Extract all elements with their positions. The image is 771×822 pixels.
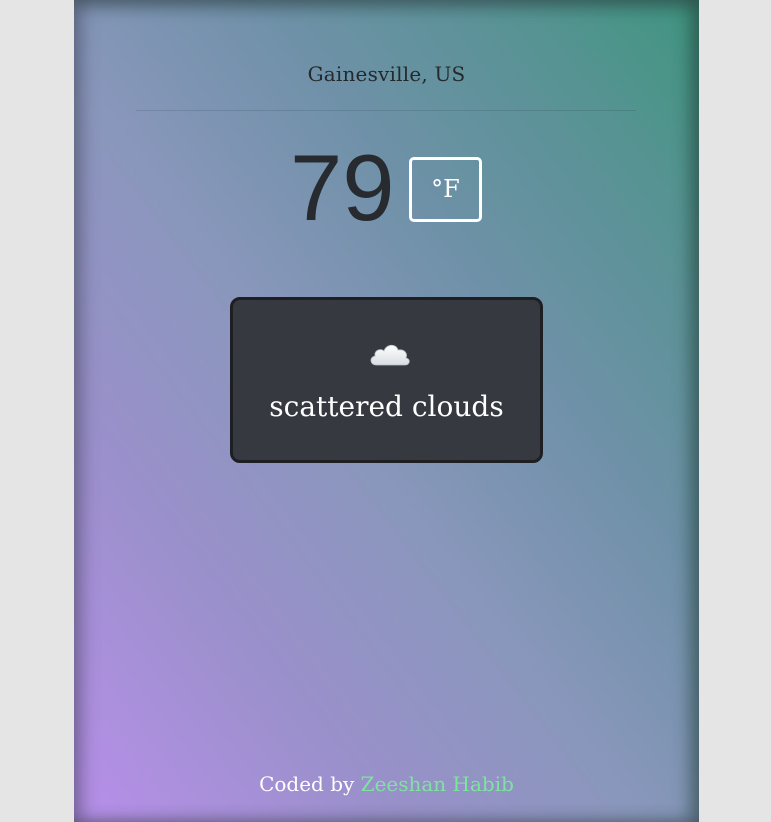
page: Gainesville, US 79 °F scattered clouds C…	[0, 0, 771, 822]
unit-toggle-button[interactable]: °F	[409, 157, 482, 222]
cloud-icon	[370, 344, 410, 366]
weather-card: Gainesville, US 79 °F scattered clouds C…	[74, 0, 699, 822]
condition-description: scattered clouds	[269, 390, 504, 423]
condition-box: scattered clouds	[230, 297, 543, 463]
footer-credit: Coded by Zeeshan Habib	[74, 772, 699, 796]
author-link[interactable]: Zeeshan Habib	[361, 772, 514, 796]
footer-prefix: Coded by	[259, 772, 361, 796]
temperature-row: 79 °F	[74, 138, 699, 238]
divider	[136, 110, 636, 111]
temperature-value: 79	[290, 135, 395, 240]
location-label: Gainesville, US	[307, 62, 466, 86]
